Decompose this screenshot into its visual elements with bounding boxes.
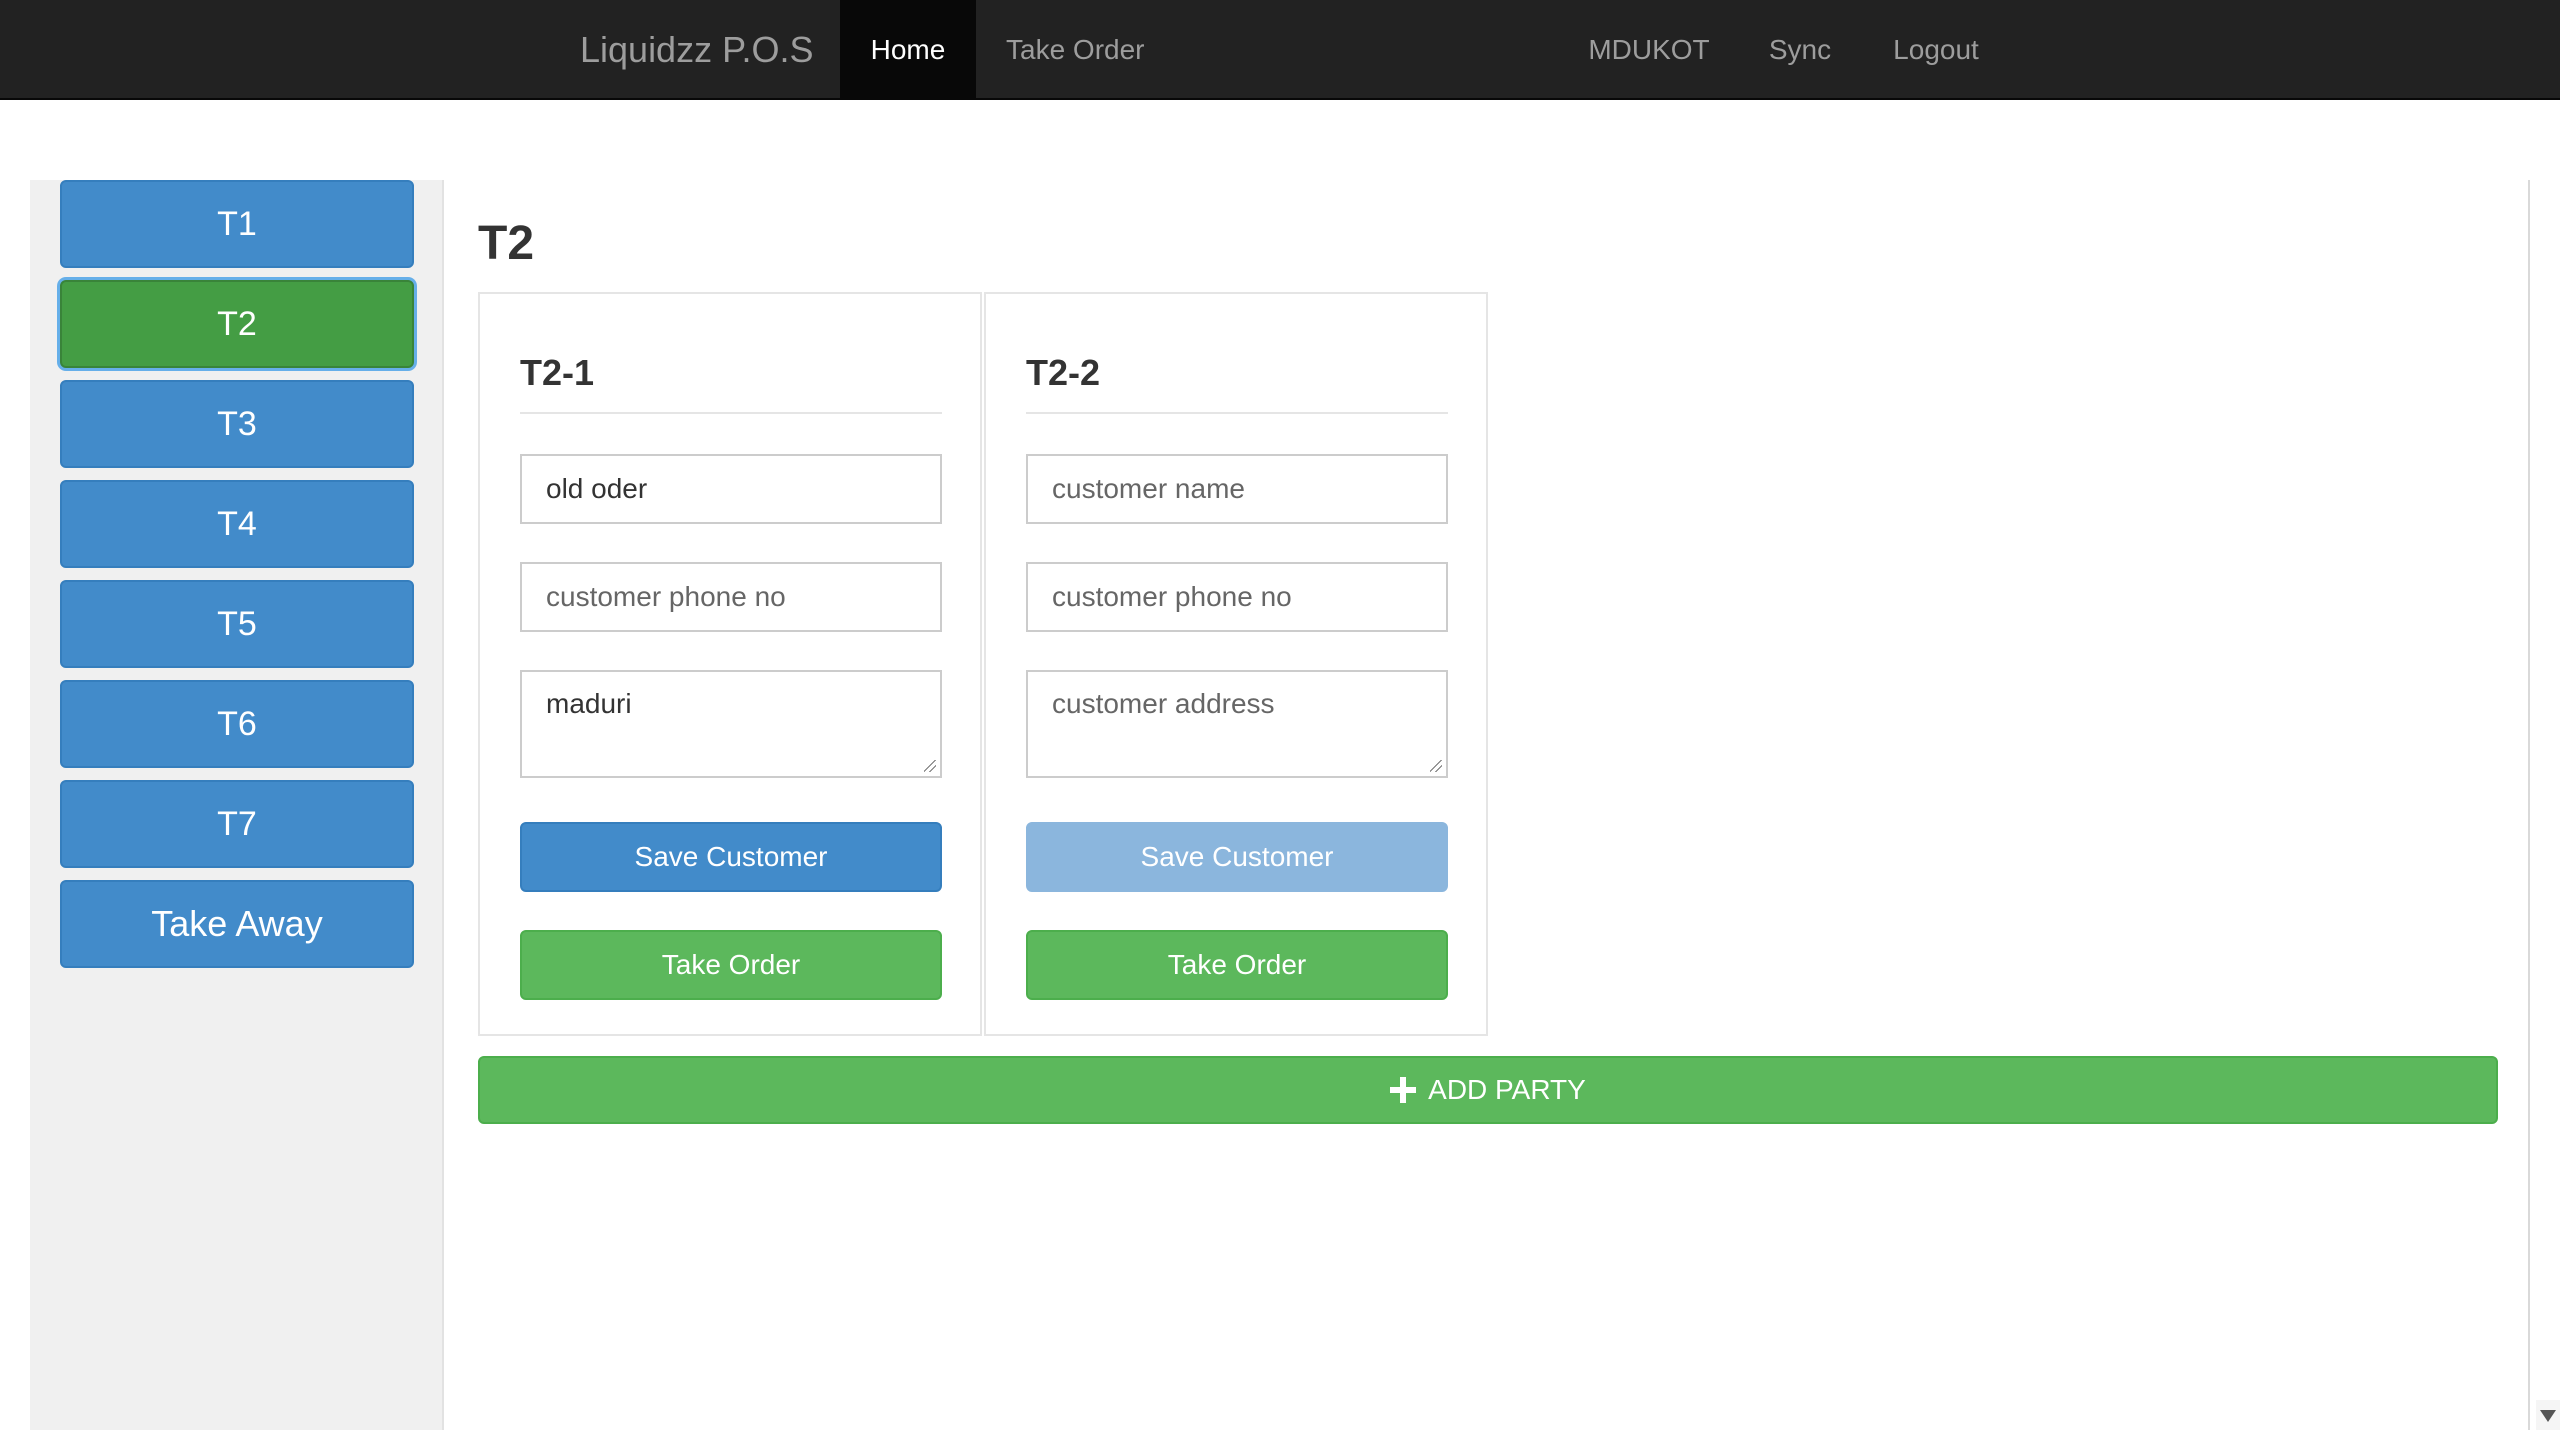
nav-sync[interactable]: Sync	[1752, 0, 1848, 100]
page-title: T2	[478, 217, 535, 270]
nav-home[interactable]: Home	[840, 0, 976, 100]
nav-mdukot[interactable]: MDUKOT	[1584, 0, 1714, 100]
take-order-button[interactable]: Take Order	[520, 930, 942, 1000]
add-party-button[interactable]: ADD PARTY	[478, 1056, 2498, 1124]
add-party-label: ADD PARTY	[1428, 1074, 1586, 1105]
party-title: T2-1	[520, 352, 595, 393]
main-panel-border	[2528, 180, 2530, 1430]
nav-take-order[interactable]: Take Order	[990, 0, 1150, 100]
resize-grip-icon[interactable]	[924, 760, 936, 772]
table-button-t4[interactable]: T4	[60, 480, 414, 568]
customer-name-input[interactable]: old oder	[520, 454, 942, 524]
customer-address-textarea[interactable]: maduri	[520, 670, 942, 778]
party-title: T2-2	[1026, 352, 1101, 393]
take-order-button[interactable]: Take Order	[1026, 930, 1448, 1000]
party-panel-1: T2-1 old oder customer phone no maduri S…	[478, 292, 982, 1036]
table-sidebar: T1 T2 T3 T4 T5 T6 T7 Take Away	[30, 180, 444, 1430]
brand-logo[interactable]: Liquidzz P.O.S	[580, 0, 813, 100]
table-button-t1[interactable]: T1	[60, 180, 414, 268]
scroll-down-icon[interactable]	[2540, 1410, 2556, 1422]
customer-phone-input[interactable]: customer phone no	[1026, 562, 1448, 632]
customer-name-input[interactable]: customer name	[1026, 454, 1448, 524]
party-panel-2: T2-2 customer name customer phone no cus…	[984, 292, 1488, 1036]
table-button-t3[interactable]: T3	[60, 380, 414, 468]
top-navbar: Liquidzz P.O.S Home Take Order MDUKOT Sy…	[0, 0, 2560, 100]
customer-phone-input[interactable]: customer phone no	[520, 562, 942, 632]
table-button-t2[interactable]: T2	[60, 280, 414, 368]
address-value: maduri	[546, 688, 632, 719]
table-button-t6[interactable]: T6	[60, 680, 414, 768]
plus-icon	[1390, 1077, 1417, 1103]
divider	[1026, 412, 1448, 414]
table-button-t7[interactable]: T7	[60, 780, 414, 868]
customer-address-textarea[interactable]: customer address	[1026, 670, 1448, 778]
table-button-t5[interactable]: T5	[60, 580, 414, 668]
resize-grip-icon[interactable]	[1430, 760, 1442, 772]
nav-logout[interactable]: Logout	[1886, 0, 1986, 100]
table-button-take-away[interactable]: Take Away	[60, 880, 414, 968]
address-placeholder: customer address	[1052, 688, 1275, 719]
divider	[520, 412, 942, 414]
save-customer-button[interactable]: Save Customer	[1026, 822, 1448, 892]
save-customer-button[interactable]: Save Customer	[520, 822, 942, 892]
